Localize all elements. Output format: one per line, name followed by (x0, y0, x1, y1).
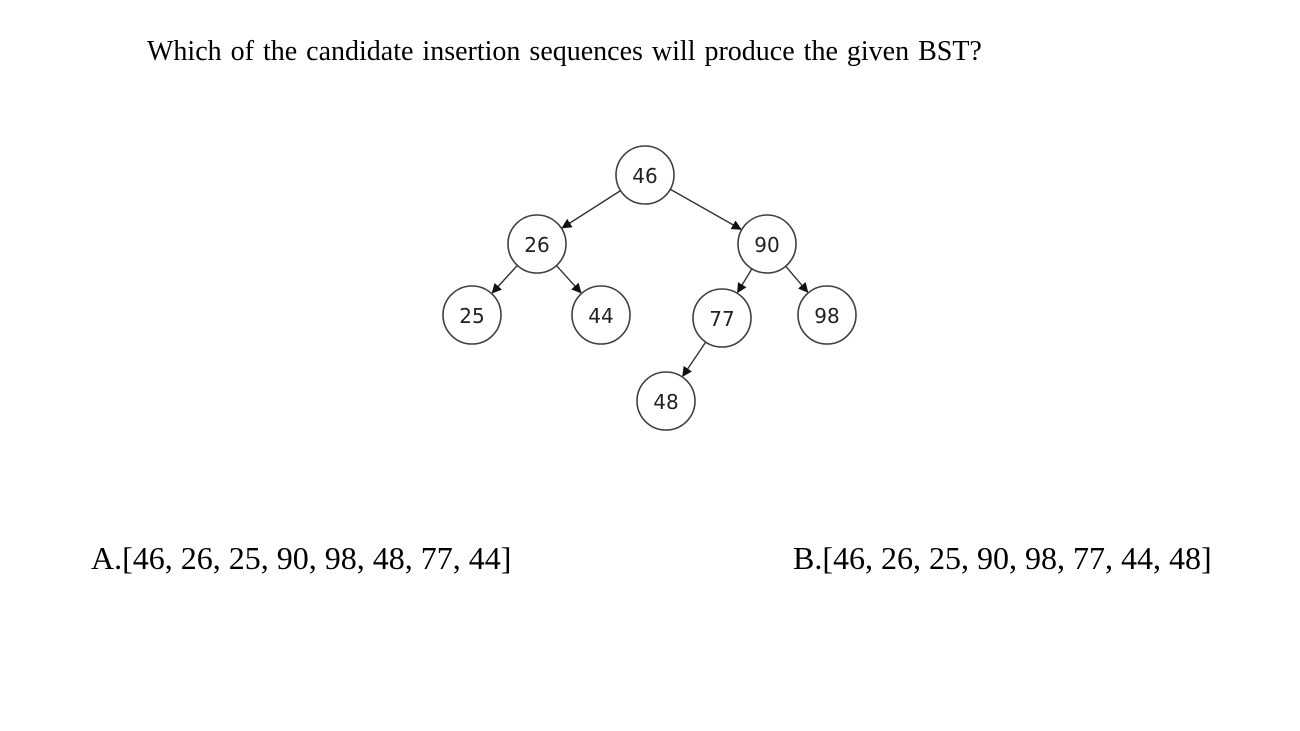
tree-edge-26-44 (555, 265, 582, 294)
tree-node-26: 26 (507, 214, 567, 274)
tree-node-44: 44 (571, 285, 631, 345)
tree-node-label: 48 (653, 390, 678, 414)
tree-edge-46-26 (561, 190, 621, 229)
tree-node-25: 25 (442, 285, 502, 345)
tree-node-77: 77 (692, 288, 752, 348)
tree-node-46: 46 (615, 145, 675, 205)
bst-diagram: 46 26 90 25 44 77 98 48 (442, 145, 857, 431)
option-a[interactable]: A.[46, 26, 25, 90, 98, 48, 77, 44] (91, 539, 511, 577)
tree-node-label: 25 (459, 304, 484, 328)
tree-node-label: 44 (588, 304, 613, 328)
tree-node-label: 98 (814, 304, 839, 328)
tree-edge-90-98 (785, 265, 809, 293)
option-b[interactable]: B.[46, 26, 25, 90, 98, 77, 44, 48] (793, 539, 1212, 577)
tree-edge-90-77 (736, 268, 753, 294)
tree-node-label: 46 (632, 164, 657, 188)
tree-edge-46-90 (669, 188, 742, 230)
tree-node-90: 90 (737, 214, 797, 274)
tree-node-label: 90 (754, 233, 779, 257)
tree-node-label: 77 (709, 307, 734, 331)
tree-node-48: 48 (636, 371, 696, 431)
tree-edge-77-48 (682, 341, 707, 377)
tree-edge-26-25 (491, 264, 518, 294)
tree-node-98: 98 (797, 285, 857, 345)
tree-node-label: 26 (524, 233, 549, 257)
